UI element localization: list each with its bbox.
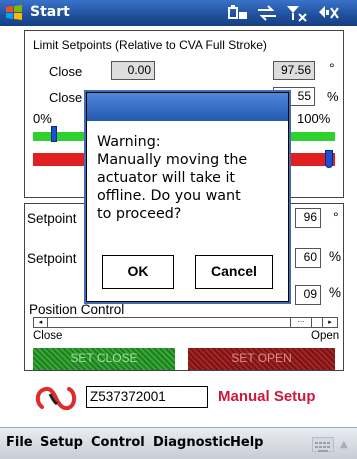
battery-icon[interactable] [227, 4, 249, 22]
open-limit-degree-field[interactable]: 97.56 [273, 61, 315, 80]
range-max-label: 100% [297, 111, 331, 126]
manual-setup-label: Manual Setup [218, 388, 316, 405]
open-limit-slider-thumb[interactable] [325, 150, 333, 168]
dialog-message-line: offline. Do you want [97, 188, 241, 204]
dialog-message-line: actuator will take it [97, 170, 236, 186]
range-min-label: 0% [33, 111, 52, 126]
setpoint-unit-1: ° [333, 209, 339, 225]
scroll-right-arrow[interactable]: ▸ [322, 318, 337, 327]
degree-unit: ° [329, 60, 335, 76]
menu-help[interactable]: Help [230, 435, 263, 450]
setpoint-value-1[interactable]: 96 [295, 208, 321, 228]
scrollbar-thumb[interactable]: ··· [290, 318, 312, 327]
chevron-up-icon[interactable]: ▲ [340, 439, 348, 450]
scroll-left-arrow[interactable]: ◂ [34, 318, 48, 327]
keyboard-icon[interactable] [312, 437, 334, 452]
close-label-2: Close [49, 90, 83, 105]
volume-mute-icon[interactable] [316, 4, 340, 22]
title-bar: Start [0, 0, 357, 26]
cancel-button[interactable]: Cancel [195, 255, 273, 289]
windows-flag-icon[interactable] [5, 4, 23, 22]
dialog-message-line: Manually moving the [97, 152, 248, 168]
menu-setup[interactable]: Setup [40, 435, 83, 450]
ok-button[interactable]: OK [102, 255, 174, 289]
position-scrollbar[interactable]: ◂ ··· ▸ [33, 317, 338, 328]
close-scale-label: Close [33, 330, 63, 342]
serial-number-field[interactable]: Z537372001 [86, 386, 208, 408]
connectivity-icon[interactable] [256, 4, 278, 22]
close-label-1: Close [49, 64, 83, 79]
percent-unit: % [327, 89, 339, 104]
set-close-button[interactable]: SET CLOSE [33, 348, 175, 370]
menu-file[interactable]: File [6, 435, 33, 450]
setpoint-label-1: Setpoint [27, 211, 77, 226]
setpoint-label-2: Setpoint [27, 251, 77, 266]
close-limit-value-field[interactable]: 0.00 [111, 61, 155, 80]
setpoint-unit-2: % [329, 249, 342, 264]
menu-bar: File Setup Control Diagnostic Help ▲ [0, 427, 357, 459]
setpoint-value-2[interactable]: 60 [295, 248, 321, 268]
dialog-message-line: Warning: [97, 134, 161, 150]
start-label[interactable]: Start [30, 4, 70, 20]
dialog-message-line: to proceed? [97, 206, 182, 222]
menu-diagnostic[interactable]: Diagnostic [153, 435, 231, 450]
setpoint-unit-3: % [329, 285, 342, 300]
signal-off-icon[interactable] [286, 4, 308, 22]
warning-dialog: Warning: Manually moving the actuator wi… [86, 92, 289, 302]
close-limit-slider-thumb[interactable] [51, 126, 57, 142]
position-control-label: Position Control [29, 302, 125, 317]
dialog-title-bar [87, 93, 288, 121]
dialog-message: Warning: Manually moving the actuator wi… [97, 133, 282, 223]
limit-setpoints-heading: Limit Setpoints (Relative to CVA Full St… [33, 38, 267, 52]
company-logo [35, 386, 77, 411]
set-open-button[interactable]: SET OPEN [188, 348, 335, 370]
setpoint-value-3[interactable]: 09 [295, 285, 321, 305]
menu-control[interactable]: Control [91, 435, 145, 450]
open-scale-label: Open [311, 330, 340, 342]
